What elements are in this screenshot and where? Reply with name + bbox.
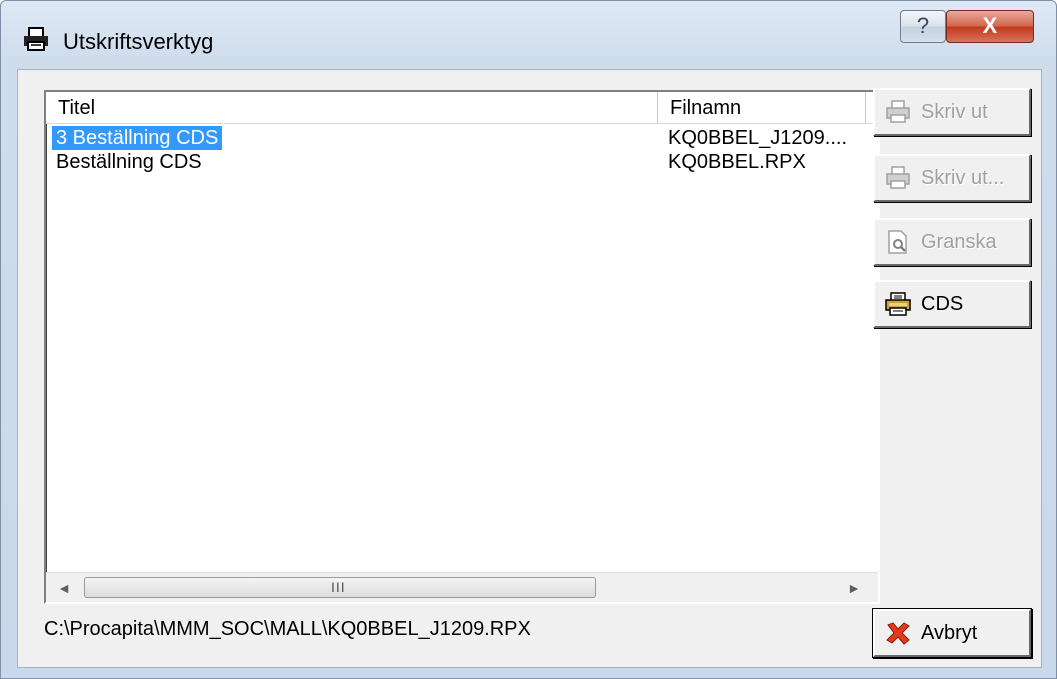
title-bar[interactable]: Utskriftsverktyg ? X bbox=[1, 1, 1056, 69]
cds-button[interactable]: CDS bbox=[873, 280, 1031, 328]
list-item-filename: KQ0BBEL.RPX bbox=[668, 151, 806, 173]
list-header: Titel Filnamn bbox=[46, 92, 878, 124]
cancel-button[interactable]: Avbryt bbox=[873, 609, 1031, 657]
cds-button-label: CDS bbox=[921, 293, 964, 315]
scroll-right-icon[interactable]: ► bbox=[842, 576, 866, 600]
print-button[interactable]: Skriv ut bbox=[873, 88, 1031, 136]
horizontal-scrollbar[interactable]: ◄ III ► bbox=[46, 572, 878, 602]
list-item-title: Beställning CDS bbox=[56, 151, 202, 173]
report-list[interactable]: Titel Filnamn 3 Beställning CDS KQ0BBEL_… bbox=[44, 90, 880, 604]
scrollbar-grip-icon: III bbox=[331, 579, 346, 595]
red-x-icon bbox=[886, 622, 910, 645]
printer-icon bbox=[886, 166, 910, 189]
preview-button[interactable]: Granska bbox=[873, 218, 1031, 266]
printer-icon bbox=[24, 27, 48, 51]
column-header-titel[interactable]: Titel bbox=[46, 92, 658, 124]
list-item-title: 3 Beställning CDS bbox=[52, 126, 223, 150]
print-dialog-button-label: Skriv ut... bbox=[921, 167, 1005, 189]
preview-document-icon bbox=[888, 230, 907, 254]
cds-printer-icon bbox=[885, 292, 911, 316]
print-dialog-button[interactable]: Skriv ut... bbox=[873, 154, 1031, 202]
list-item-filename: KQ0BBEL_J1209.... bbox=[668, 127, 848, 149]
printer-icon bbox=[886, 100, 910, 123]
list-item[interactable]: 3 Beställning CDS KQ0BBEL_J1209.... bbox=[46, 126, 878, 150]
list-item[interactable]: Beställning CDS KQ0BBEL.RPX bbox=[46, 150, 878, 174]
help-button[interactable]: ? bbox=[900, 10, 946, 43]
window-title: Utskriftsverktyg bbox=[63, 29, 214, 54]
dialog-body: Titel Filnamn 3 Beställning CDS KQ0BBEL_… bbox=[17, 69, 1042, 668]
print-tool-dialog: Utskriftsverktyg ? X Titel Filnamn 3 Bes… bbox=[0, 0, 1057, 679]
scroll-left-icon[interactable]: ◄ bbox=[52, 576, 76, 600]
scrollbar-thumb[interactable]: III bbox=[84, 577, 596, 598]
print-button-label: Skriv ut bbox=[921, 101, 988, 123]
column-header-filnamn[interactable]: Filnamn bbox=[658, 92, 866, 124]
preview-button-label: Granska bbox=[921, 231, 997, 253]
selected-file-path: C:\Procapita\MMM_SOC\MALL\KQ0BBEL_J1209.… bbox=[44, 618, 531, 640]
cancel-button-label: Avbryt bbox=[921, 622, 978, 644]
close-button[interactable]: X bbox=[946, 10, 1034, 43]
